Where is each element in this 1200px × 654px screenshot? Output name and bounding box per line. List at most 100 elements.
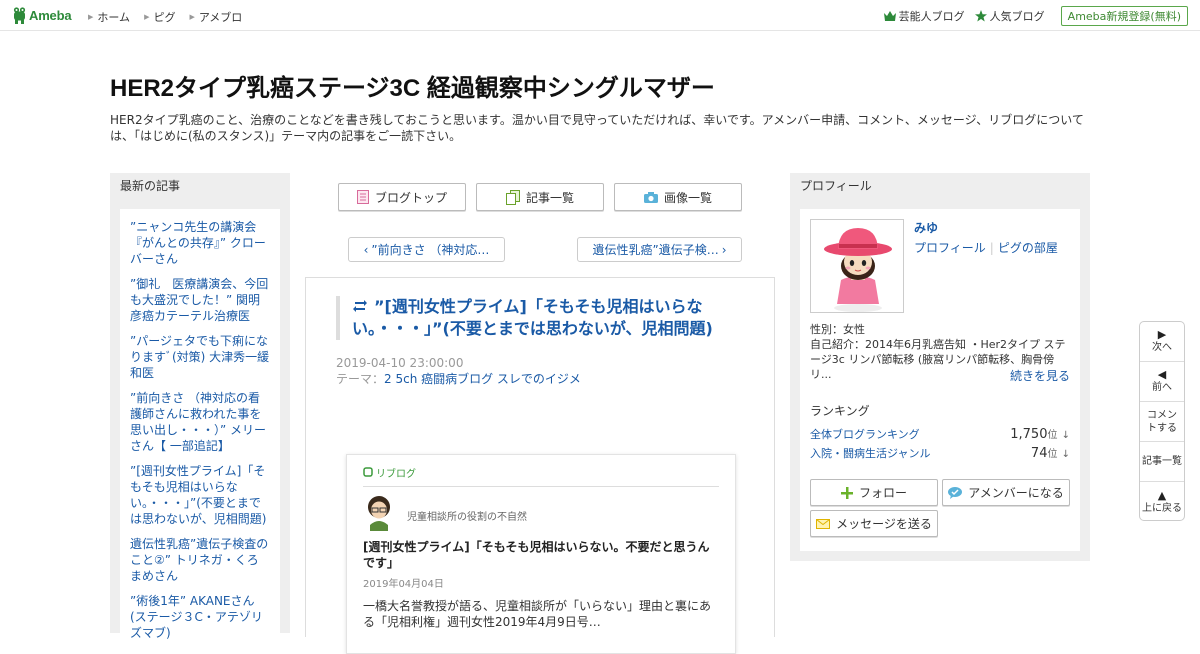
nav-pigg-label: ピグ (153, 11, 176, 24)
floating-side-nav: ▶ 次へ ◀ 前へ コメントする 記事一覧 ▲ 上に戻る (1139, 321, 1185, 521)
side-next-label: 次へ (1152, 342, 1172, 353)
blog-description: HER2タイプ乳癌のこと、治療のことなどを書き残しておこうと思います。温かい目で… (110, 113, 1084, 143)
article-theme-row: テーマ：2 5ch 癌闘病ブログ スレでのイジメ (336, 371, 581, 387)
recent-post-link[interactable]: ”ニャンコ先生の講演会『がんとの共存』” クローバーさん (130, 219, 270, 267)
theme-prefix: テーマ： (336, 372, 385, 386)
rank-number: 1,750 (1010, 426, 1048, 442)
rank-down-arrow-icon: ↓ (1061, 448, 1070, 460)
follow-label: フォロー (858, 486, 907, 500)
caret-right-icon: ▶ (88, 13, 94, 21)
reblog-date: 2019年04月04日 (363, 579, 444, 590)
reblog-excerpt: 一橋大名誉教授が語る、児童相談所が「いらない」理由と裏にある「児相利権」週刊女性… (363, 599, 712, 629)
popular-blog-link[interactable]: 人気ブログ (974, 8, 1045, 24)
profile-name[interactable]: みゆ (914, 219, 938, 236)
tab-image-list[interactable]: 画像一覧 (614, 183, 742, 211)
ranking-heading: ランキング (810, 404, 870, 418)
triangle-up-icon: ▲ (1157, 488, 1167, 502)
next-entry-button[interactable]: 遺伝性乳癌”遺伝子検… › (577, 237, 742, 262)
popular-blog-label: 人気ブログ (989, 10, 1045, 23)
recent-post-link[interactable]: ”[週刊女性プライム]「そもそも児相はいらない。・・・」”(不要とまでは思わない… (130, 463, 270, 527)
logo-text: Ameba (29, 8, 72, 23)
reblog-card[interactable]: リブログ 児童相談所の役割の不自然 [週刊女性プライム]「そもそも児相はいらない… (346, 454, 736, 654)
amember-button[interactable]: アメンバーになる (942, 479, 1070, 506)
genre-ranking-link[interactable]: 入院・闘病生活ジャンル (810, 445, 930, 461)
recent-post-link[interactable]: ”術後1年” AKANEさん (ステージ３C・アテゾリズマブ) (130, 593, 270, 641)
side-entry-list-button[interactable]: 記事一覧 (1140, 442, 1184, 482)
nav-pigg[interactable]: ▶ ピグ (144, 9, 175, 25)
ranking-row: 全体ブログランキング 1,750位 ↓ (810, 424, 1070, 443)
document-icon (356, 190, 369, 204)
tab-entry-list[interactable]: 記事一覧 (476, 183, 604, 211)
celebrity-blog-link[interactable]: 芸能人ブログ (883, 8, 965, 24)
reblog-small-icon (363, 467, 373, 477)
nav-ameblo[interactable]: ▶ アメブロ (189, 9, 242, 25)
nav-home[interactable]: ▶ ホーム (88, 9, 130, 25)
send-message-label: メッセージを送る (836, 517, 932, 531)
side-entry-list-label: 記事一覧 (1142, 456, 1182, 467)
article-theme-link[interactable]: 2 5ch 癌闘病ブログ スレでのイジメ (384, 372, 581, 386)
play-left-icon: ◀ (1157, 368, 1167, 381)
overall-ranking-link[interactable]: 全体ブログランキング (810, 426, 920, 442)
profile-links: プロフィール | ピグの部屋 (914, 239, 1058, 256)
rank-number: 74 (1030, 445, 1048, 461)
reblog-icon (353, 300, 367, 312)
profile-gender: 性別：女性 (810, 323, 865, 336)
side-prev-label: 前へ (1152, 382, 1172, 393)
mail-icon (816, 518, 831, 529)
read-more-link[interactable]: 続きを見る (1010, 367, 1070, 384)
side-prev-button[interactable]: ◀ 前へ (1140, 362, 1184, 402)
star-icon (974, 10, 987, 22)
recent-post-link[interactable]: 遺伝性乳癌”遺伝子検査のこと②” トリネガ・くろまめさん (130, 536, 270, 584)
follow-button[interactable]: フォロー (810, 479, 938, 506)
profile-avatar[interactable] (810, 219, 904, 313)
rank-unit: 位 (1047, 448, 1058, 460)
entry-pager: ‹ ”前向きさ （神対応… 遺伝性乳癌”遺伝子検… › (348, 237, 742, 262)
caret-right-icon: ▶ (189, 13, 195, 21)
reblog-divider (363, 486, 719, 487)
recent-post-link[interactable]: ”パージェタでも下痢になりますﾞ(対策) 大津秀一緩和医 (130, 333, 270, 381)
celebrity-blog-label: 芸能人ブログ (898, 10, 965, 23)
global-header: Ameba ▶ ホーム ▶ ピグ ▶ アメブロ 芸能人ブログ 人気ブログ Ameba新… (0, 0, 1200, 31)
ameba-frog-icon (13, 7, 26, 24)
article-title[interactable]: ”[週刊女性プライム]「そもそも児相はいらない。・・・」”(不要とまでは思わない… (336, 296, 736, 340)
recent-post-link[interactable]: ”御礼 医療講演会、今回も大盛況でした！” 関明彦癌カテーテル治療医 (130, 276, 270, 324)
register-button[interactable]: Ameba新規登録(無料) (1060, 6, 1188, 26)
reblog-user: 児童相談所の役割の不自然 (363, 495, 719, 531)
tab-image-list-label: 画像一覧 (663, 190, 712, 205)
crown-icon (883, 11, 896, 21)
side-next-button[interactable]: ▶ 次へ (1140, 322, 1184, 362)
tab-entry-list-label: 記事一覧 (525, 190, 574, 205)
profile-heading: プロフィール (800, 179, 872, 193)
send-message-button[interactable]: メッセージを送る (810, 510, 938, 537)
prev-entry-button[interactable]: ‹ ”前向きさ （神対応… (348, 237, 505, 262)
article: ”[週刊女性プライム]「そもそも児相はいらない。・・・」”(不要とまでは思わない… (305, 277, 775, 654)
profile-link[interactable]: プロフィール (914, 241, 986, 255)
tab-blog-top[interactable]: ブログトップ (338, 183, 466, 211)
side-back-to-top-button[interactable]: ▲ 上に戻る (1140, 482, 1184, 522)
ameba-logo[interactable]: Ameba (13, 6, 72, 25)
rank-down-arrow-icon: ↓ (1061, 429, 1070, 441)
chevron-left-icon: ‹ (363, 242, 369, 257)
avatar-girl-hat-icon (811, 220, 903, 312)
recent-posts-list: ”ニャンコ先生の講演会『がんとの共存』” クローバーさん ”御礼 医療講演会、今… (120, 209, 280, 641)
reblog-title[interactable]: [週刊女性プライム]「そもそも児相はいらない。不要だと思うんです」 (363, 539, 719, 571)
link-separator: | (989, 241, 994, 255)
copy-icon (505, 189, 520, 205)
side-comment-button[interactable]: コメントする (1140, 402, 1184, 442)
recent-posts-panel: 最新の記事 ”ニャンコ先生の講演会『がんとの共存』” クローバーさん ”御礼 医… (110, 173, 290, 640)
ranking-row: 入院・闘病生活ジャンル 74位 ↓ (810, 443, 1070, 462)
profile-box: みゆ プロフィール | ピグの部屋 性別：女性 自己紹介：2014年6月乳癌告知 ・… (800, 209, 1080, 551)
recent-post-link[interactable]: ”前向きさ （神対応の看護師さんに救われた事を思い出し・・・）” メリーさん【 … (130, 390, 270, 454)
prev-entry-label: ”前向きさ （神対応… (371, 243, 490, 257)
pigg-room-link[interactable]: ピグの部屋 (998, 241, 1058, 255)
next-entry-label: 遺伝性乳癌”遺伝子検… (592, 243, 719, 257)
play-right-icon: ▶ (1157, 328, 1167, 341)
chevron-right-icon: › (721, 242, 727, 257)
article-meta: 2019-04-10 23:00:00 テーマ：2 5ch 癌闘病ブログ スレで… (336, 355, 581, 387)
blog-title[interactable]: HER2タイプ乳癌ステージ3C 経過観察中シングルマザー (110, 75, 1090, 103)
reblog-user-caption: 児童相談所の役割の不自然 (407, 511, 527, 523)
reblog-user-avatar (368, 496, 390, 531)
rank-unit: 位 (1047, 429, 1058, 441)
article-title-text: ”[週刊女性プライム]「そもそも児相はいらない。・・・」”(不要とまでは思わない… (352, 297, 713, 338)
main-column: ブログトップ 記事一覧 画像一覧 ‹ ”前向きさ （神対応… 遺伝性乳癌”遺伝子検… (305, 173, 775, 654)
